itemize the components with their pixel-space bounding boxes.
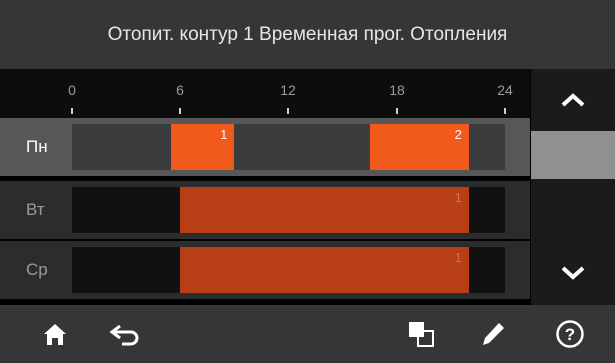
- heating-period[interactable]: 2: [369, 124, 469, 170]
- help-button[interactable]: ?: [540, 305, 600, 363]
- day-row-tue[interactable]: Вт 1: [0, 181, 530, 239]
- chevron-up-icon: [561, 93, 585, 107]
- home-icon: [44, 324, 66, 345]
- page-title: Отопит. контур 1 Временная прог. Отоплен…: [107, 23, 508, 45]
- tick-label-0: 0: [68, 82, 76, 98]
- home-button[interactable]: [25, 305, 85, 363]
- edit-button[interactable]: [463, 305, 523, 363]
- help-icon: ?: [556, 320, 584, 348]
- period-number: 2: [454, 127, 462, 142]
- copy-button[interactable]: [391, 305, 451, 363]
- back-button[interactable]: [95, 305, 155, 363]
- day-label: Пн: [26, 137, 48, 156]
- tick-mark: [71, 108, 73, 114]
- tick-label-18: 18: [389, 82, 405, 98]
- period-number: 1: [220, 127, 228, 142]
- scroll-panel: [531, 69, 615, 305]
- title-bar: Отопит. контур 1 Временная прог. Отоплен…: [0, 0, 615, 69]
- heating-period[interactable]: 1: [171, 124, 235, 170]
- edit-icon: [483, 323, 504, 345]
- tick-label-6: 6: [176, 82, 184, 98]
- back-icon: [109, 324, 139, 346]
- day-timeline[interactable]: 1 2: [72, 124, 505, 170]
- tick-label-12: 12: [280, 82, 296, 98]
- scroll-down-button[interactable]: [531, 241, 615, 305]
- day-label: Ср: [26, 260, 48, 279]
- day-label: Вт: [26, 200, 45, 219]
- tick-mark: [504, 108, 506, 114]
- tick-label-24: 24: [497, 82, 513, 98]
- chevron-down-icon: [561, 266, 585, 280]
- day-row-wed[interactable]: Ср 1: [0, 241, 530, 299]
- period-number: 1: [454, 190, 462, 205]
- time-scale: 0 6 12 18 24: [0, 69, 530, 118]
- period-number: 1: [454, 250, 462, 265]
- scroll-up-button[interactable]: [531, 69, 615, 131]
- scrollbar-thumb[interactable]: [531, 131, 615, 179]
- day-row-mon[interactable]: Пн 1 2: [0, 118, 530, 176]
- heating-period[interactable]: 1: [180, 187, 469, 233]
- copy-icon: [409, 322, 434, 347]
- tick-mark: [396, 108, 398, 114]
- bottom-toolbar: ?: [0, 305, 615, 363]
- heating-period[interactable]: 1: [180, 247, 469, 293]
- day-timeline[interactable]: 1: [72, 247, 505, 293]
- help-symbol: ?: [565, 325, 575, 344]
- tick-mark: [179, 108, 181, 114]
- day-timeline[interactable]: 1: [72, 187, 505, 233]
- tick-mark: [287, 108, 289, 114]
